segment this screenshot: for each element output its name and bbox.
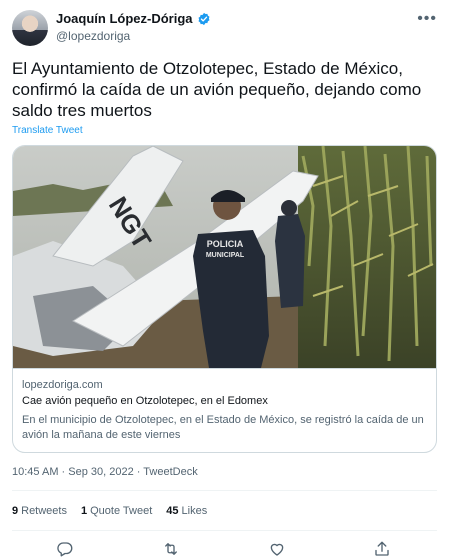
vest-text-line1: POLICIA: [207, 239, 244, 249]
vest-text-line2: MUNICIPAL: [206, 252, 245, 259]
likes-count: 45: [166, 505, 179, 517]
likes-stat[interactable]: 45 Likes: [166, 505, 207, 517]
card-image: NGT POLICIA MUNICIPAL: [13, 146, 436, 368]
link-card[interactable]: NGT POLICIA MUNICIPAL lopezdoriga.com Ca…: [12, 145, 437, 453]
tweet-date[interactable]: Sep 30, 2022: [68, 466, 133, 478]
author-handle[interactable]: @lopezdoriga: [56, 29, 130, 43]
likes-label: Likes: [181, 505, 208, 517]
reply-icon[interactable]: [56, 540, 74, 558]
quotes-label: Quote Tweet: [90, 505, 153, 517]
author-name-row: Joaquín López-Dóriga: [56, 11, 211, 26]
meta-separator: ·: [133, 466, 144, 478]
tweet-source[interactable]: TweetDeck: [143, 466, 197, 478]
heart-icon[interactable]: [268, 540, 286, 558]
card-description: En el municipio de Otzolotepec, en el Es…: [22, 414, 424, 441]
share-icon[interactable]: [373, 540, 391, 558]
card-domain: lopezdoriga.com: [22, 379, 103, 391]
meta-separator: ·: [58, 466, 69, 478]
tweet-meta: 10:45 AM · Sep 30, 2022 · TweetDeck: [12, 466, 198, 478]
card-body: lopezdoriga.com Cae avión pequeño en Otz…: [13, 368, 436, 452]
retweets-stat[interactable]: 9 Retweets: [12, 505, 67, 517]
card-title: Cae avión pequeño en Otzolotepec, en el …: [22, 395, 268, 407]
retweets-label: Retweets: [21, 505, 67, 517]
avatar[interactable]: [12, 10, 48, 46]
more-dots-icon[interactable]: •••: [417, 10, 437, 28]
action-bar: [0, 538, 449, 560]
retweet-icon[interactable]: [162, 540, 180, 558]
retweets-count: 9: [12, 505, 19, 517]
translate-tweet-link[interactable]: Translate Tweet: [12, 125, 83, 136]
tweet-text: El Ayuntamiento de Otzolotepec, Estado d…: [12, 59, 422, 120]
divider: [12, 530, 437, 531]
quotes-count: 1: [80, 505, 88, 517]
quotes-stat[interactable]: 1 Quote Tweet: [81, 505, 152, 517]
divider: [12, 490, 437, 491]
tweet-time[interactable]: 10:45 AM: [12, 466, 58, 478]
verified-badge-icon: [198, 12, 209, 25]
author-name[interactable]: Joaquín López-Dóriga: [56, 11, 193, 26]
tweet-stats: 9 Retweets 1 Quote Tweet 45 Likes: [12, 505, 207, 517]
